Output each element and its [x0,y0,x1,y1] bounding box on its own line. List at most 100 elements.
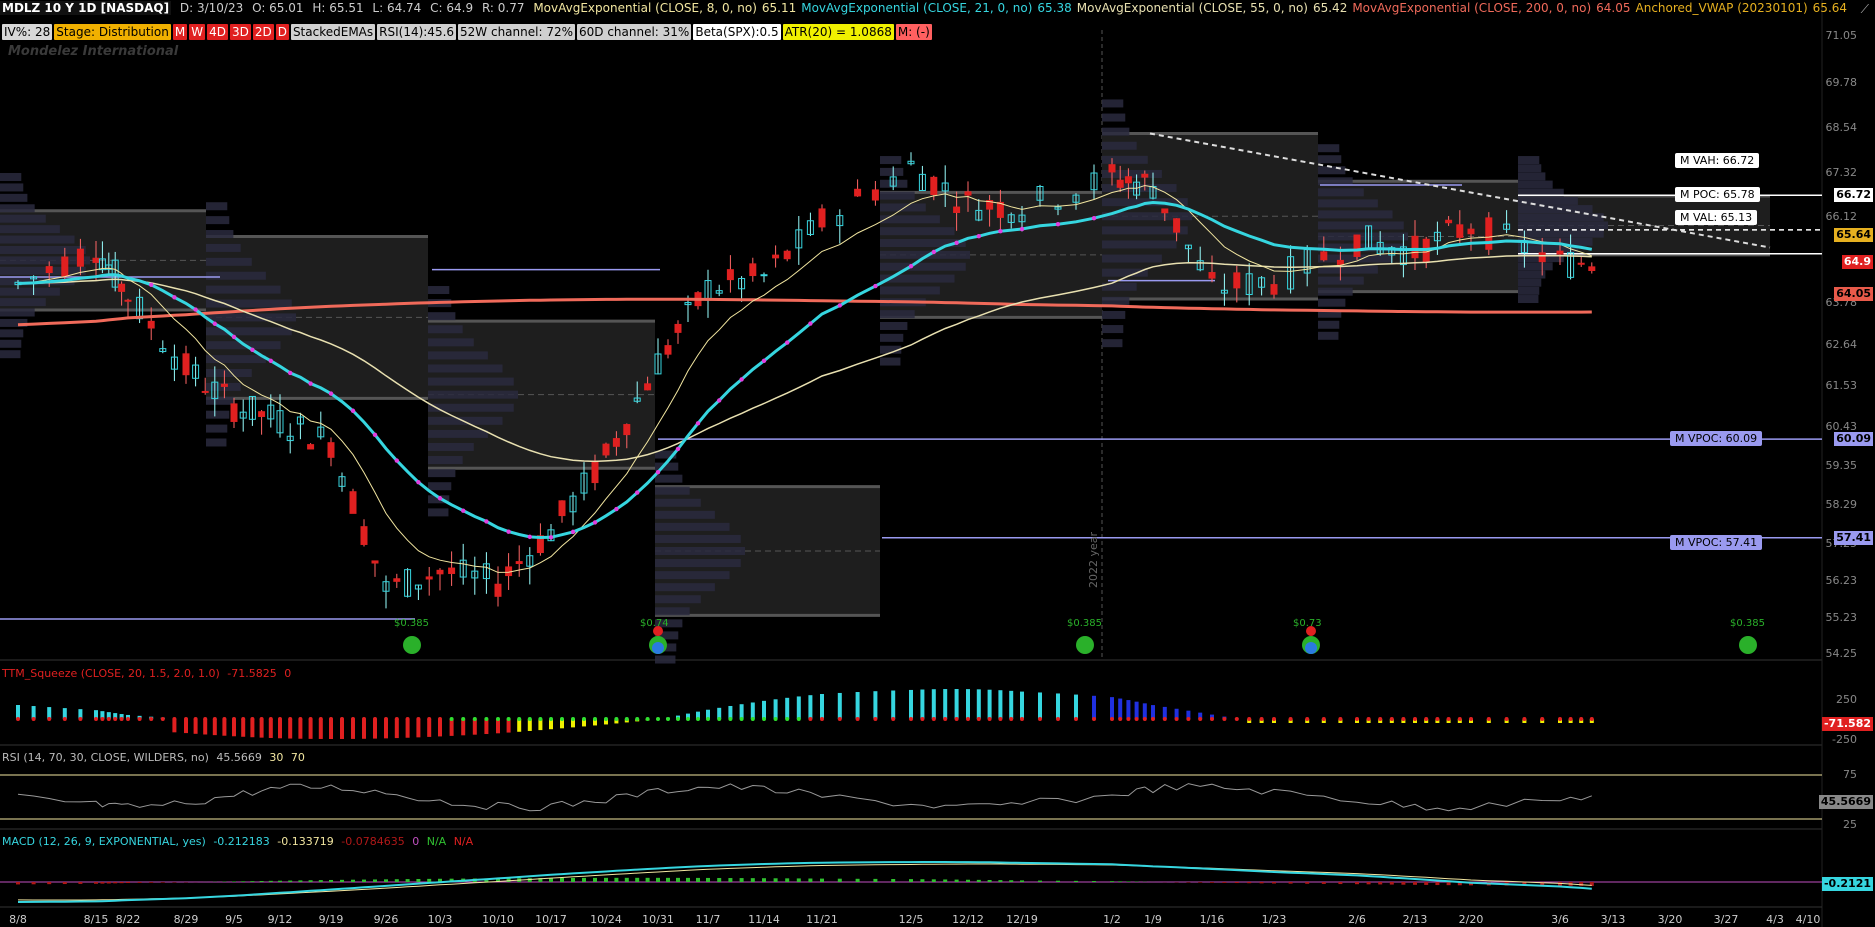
candle-body [45,266,53,274]
macd-histogram-bar [717,877,722,882]
profile-bar [0,329,24,338]
macd-histogram-bar [1338,882,1343,885]
rsi-label[interactable]: RSI (14, 70, 30, CLOSE, WILDERS, no) [2,751,209,764]
profile-bar [1318,188,1364,197]
macd-label[interactable]: MACD (12, 26, 9, EXPONENTIAL, yes) [2,835,206,848]
candle-body [61,256,69,277]
volume-profile-label: M VAH: 66.72 [1675,153,1760,168]
squeeze-bar [506,719,511,733]
ema-dot [308,381,313,386]
squeeze-dot [1413,717,1417,721]
time-tick: 1/9 [1144,913,1162,926]
profile-bar [206,257,252,266]
price-tick: 60.43 [1825,419,1858,433]
squeeze-dot [351,717,355,721]
squeeze-dot [976,717,981,721]
candle-body [558,500,566,517]
ohlc-close: C: 64.9 [430,1,474,15]
price-tick: 59.35 [1825,459,1858,473]
macd-histogram-bar [427,878,432,882]
squeeze-dot [1174,717,1179,721]
macd-histogram-bar [1321,882,1326,884]
rsi-tick-bottom: 25 [1843,818,1857,831]
macd-histogram-bar [384,879,388,882]
squeeze-dot [593,717,597,721]
macd-histogram-bar [31,882,36,885]
squeeze-dot [160,717,165,721]
macd-histogram-bar [739,878,744,882]
squeeze-dot [384,717,388,721]
squeeze-dot [954,717,959,721]
symbol-title[interactable]: MDLZ 10 Y 1D [NASDAQ] [0,1,172,15]
squeeze-dot [560,717,564,721]
profile-bar [655,522,730,531]
squeeze-bar [362,719,366,739]
squeeze-dot [998,717,1003,721]
squeeze-label[interactable]: TTM_Squeeze (CLOSE, 20, 1.5, 2.0, 1.0) [2,667,220,680]
squeeze-dot [1259,717,1264,721]
time-tick: 8/15 [83,913,109,926]
candle-body [349,491,357,514]
profile-bar [1102,141,1137,150]
squeeze-bar [232,719,236,737]
macd-histogram-bar [250,881,255,882]
squeeze-dot [288,717,293,721]
profile-bar [655,571,730,580]
ema-dot [250,347,255,353]
squeeze-bar [416,719,421,738]
price-label: 60.09 [1834,432,1873,447]
ohlc-open: O: 65.01 [252,1,304,15]
squeeze-dot [728,717,733,721]
time-tick: 10/31 [642,913,674,926]
candle-body [818,208,826,228]
squeeze-dot [362,717,366,721]
macd-histogram-bar [1020,880,1024,882]
profile-bar [0,183,24,192]
candle-body [1116,179,1124,188]
squeeze-dot [931,717,936,721]
time-tick: 10/10 [482,913,514,926]
ema-dot [837,303,842,308]
macd-histogram-bar [920,879,925,882]
study-label[interactable]: MovAvgExponential (CLOSE, 200, 0, no) [1352,1,1591,15]
squeeze-dot [1522,717,1527,721]
volume-profile-label: M VAL: 65.13 [1675,210,1758,225]
study-label[interactable]: MovAvgExponential (CLOSE, 55, 0, no) [1077,1,1308,15]
squeeze-dot [1424,717,1429,721]
squeeze-dot [891,717,896,721]
macd-histogram-bar [47,882,52,885]
macd-histogram-bar [288,880,293,882]
profile-bar [880,310,915,319]
price-chart[interactable] [0,0,1875,927]
squeeze-dot [268,717,273,721]
squeeze-bar [762,700,766,719]
status-badge: ATR(20) = 1.0868 [782,24,894,40]
squeeze-dot [604,717,608,721]
squeeze-dot [1378,717,1383,721]
squeeze-dot [78,717,83,721]
candle-body [182,353,190,376]
squeeze-bar [943,689,948,719]
macd-histogram-bar [1424,882,1429,885]
squeeze-bar [1092,695,1096,719]
profile-bar [206,438,227,447]
macd-na2: N/A [453,835,474,848]
profile-bar [880,286,940,295]
ema-dot [592,520,598,525]
settings-icon[interactable]: ⟋ [1861,2,1869,17]
study-label[interactable]: Anchored_VWAP (20230101) [1636,1,1808,15]
squeeze-bar [837,692,842,719]
profile-bar [0,173,22,182]
squeeze-bar [427,719,432,737]
time-tick: 9/5 [225,913,243,926]
profile-bar [1102,296,1130,305]
squeeze-dot [1558,717,1562,721]
profile-bar [880,203,926,212]
ema-dot [785,340,790,345]
profile-bar [655,655,676,664]
ema-dot [548,535,554,540]
study-label[interactable]: MovAvgExponential (CLOSE, 8, 0, no) [533,1,757,15]
study-label[interactable]: MovAvgExponential (CLOSE, 21, 0, no) [801,1,1032,15]
macd-histogram-bar [820,878,824,882]
squeeze-bar [318,719,323,739]
